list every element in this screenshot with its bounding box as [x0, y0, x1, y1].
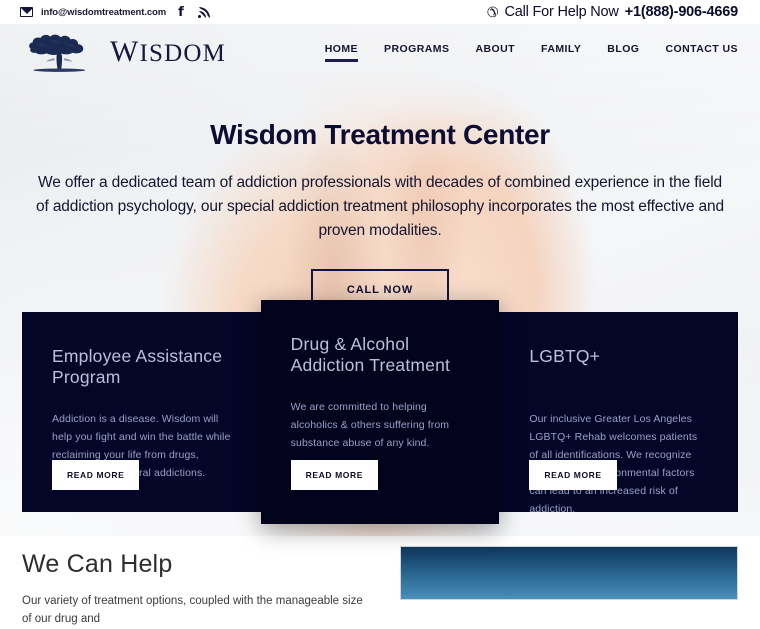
- we-can-help-text-column: We Can Help Our variety of treatment opt…: [22, 536, 374, 625]
- section-paragraph: Our variety of treatment options, couple…: [22, 595, 363, 626]
- read-more-button[interactable]: READ MORE: [529, 460, 617, 490]
- service-card-drug-alcohol[interactable]: Drug & Alcohol Addiction Treatment We ar…: [260, 300, 500, 524]
- service-cards: Employee Assistance Program Addiction is…: [22, 300, 739, 524]
- site-logo[interactable]: WISDOM: [18, 30, 226, 74]
- call-phone-number[interactable]: +1(888)-906-4669: [625, 4, 738, 20]
- main-navigation: HOME PROGRAMS ABOUT FAMILY BLOG CONTACT …: [324, 43, 738, 62]
- we-can-help-section: We Can Help Our variety of treatment opt…: [0, 536, 760, 625]
- logo-word-cap: W: [110, 35, 140, 68]
- nav-item-home[interactable]: HOME: [324, 43, 359, 62]
- call-label: Call For Help Now: [504, 4, 619, 20]
- site-header: WISDOM HOME PROGRAMS ABOUT FAMILY BLOG C…: [0, 24, 760, 80]
- nav-item-family[interactable]: FAMILY: [541, 43, 581, 62]
- card-title: Drug & Alcohol Addiction Treatment: [290, 334, 451, 376]
- topbar-left-group: info@wisdomtreatment.com f: [20, 6, 211, 19]
- call-for-help[interactable]: ✆ Call For Help Now +1(888)-906-4669: [485, 2, 739, 21]
- logo-wordmark: WISDOM: [110, 37, 226, 67]
- logo-word-rest: ISDOM: [139, 40, 227, 67]
- service-card-employee-assistance[interactable]: Employee Assistance Program Addiction is…: [22, 312, 261, 512]
- tree-logo-icon: [29, 34, 86, 72]
- contact-email[interactable]: info@wisdomtreatment.com: [41, 7, 166, 18]
- card-title: LGBTQ+: [529, 346, 601, 366]
- ocean-horizon-image: [400, 546, 738, 600]
- nav-item-about[interactable]: ABOUT: [475, 43, 515, 62]
- nav-item-programs[interactable]: PROGRAMS: [384, 43, 449, 62]
- card-description: We are committed to helping alcoholics &…: [290, 401, 450, 450]
- rss-icon[interactable]: [198, 6, 211, 19]
- phone-icon: ✆: [485, 2, 500, 21]
- top-utility-bar: info@wisdomtreatment.com f ✆ Call For He…: [0, 0, 760, 24]
- nav-item-blog[interactable]: BLOG: [607, 43, 639, 62]
- read-more-button[interactable]: READ MORE: [52, 460, 140, 490]
- envelope-icon: [20, 7, 33, 17]
- nav-item-contact-us[interactable]: CONTACT US: [665, 43, 738, 62]
- read-more-button[interactable]: READ MORE: [290, 460, 379, 490]
- facebook-icon[interactable]: f: [178, 6, 184, 19]
- hero-subtitle: We offer a dedicated team of addiction p…: [36, 174, 724, 240]
- service-card-lgbtq[interactable]: LGBTQ+ Our inclusive Greater Los Angeles…: [499, 312, 739, 515]
- card-title: Employee Assistance Program: [52, 346, 223, 388]
- section-heading: We Can Help: [22, 550, 173, 578]
- page-title: Wisdom Treatment Center: [210, 119, 550, 150]
